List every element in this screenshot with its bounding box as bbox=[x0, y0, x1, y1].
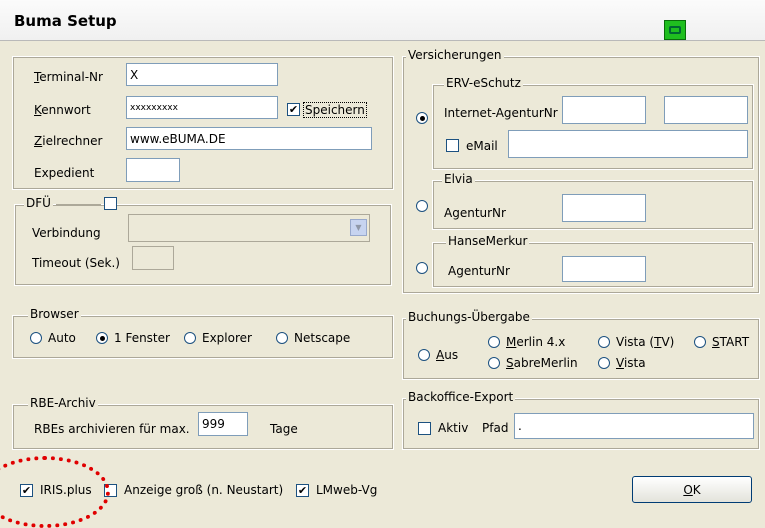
target-label: Zielrechner bbox=[34, 134, 103, 148]
rbe-days-input[interactable] bbox=[198, 412, 248, 436]
booking-vistatv-radio[interactable] bbox=[598, 336, 610, 348]
backoffice-path-input[interactable] bbox=[514, 413, 754, 439]
browser-legend: Browser bbox=[28, 307, 81, 321]
elvia-agent-input[interactable] bbox=[562, 194, 646, 222]
erv-agent-input-2[interactable] bbox=[664, 96, 748, 124]
terminal-label: Terminal-Nr bbox=[34, 70, 103, 84]
rbe-suffix-label: Tage bbox=[270, 422, 298, 436]
booking-merlin-label: Merlin 4.x bbox=[506, 335, 566, 349]
browser-explorer-radio[interactable] bbox=[184, 332, 196, 344]
browser-auto-radio[interactable] bbox=[30, 332, 42, 344]
browser-1fenster-radio[interactable] bbox=[96, 332, 108, 344]
dfu-legend: DFÜ bbox=[24, 196, 53, 210]
booking-vistatv-label: Vista (TV) bbox=[616, 335, 675, 349]
browser-explorer-label: Explorer bbox=[202, 331, 252, 345]
save-label: Speichern bbox=[303, 102, 367, 118]
erv-legend: ERV-eSchutz bbox=[444, 76, 523, 90]
elvia-agent-label: AgenturNr bbox=[444, 206, 506, 220]
password-label: Kennwort bbox=[34, 103, 91, 117]
rbe-legend: RBE-Archiv bbox=[28, 396, 98, 410]
target-input[interactable] bbox=[126, 127, 372, 150]
display-label: Anzeige groß (n. Neustart) bbox=[124, 483, 284, 497]
insurance-legend: Versicherungen bbox=[406, 48, 504, 62]
highlight-circle bbox=[0, 456, 110, 528]
terminal-input[interactable] bbox=[126, 63, 278, 86]
hanse-agent-label: AgenturNr bbox=[448, 264, 510, 278]
erv-agent-label: Internet-AgenturNr bbox=[444, 106, 558, 120]
backoffice-legend: Backoffice-Export bbox=[406, 390, 516, 404]
booking-merlin-radio[interactable] bbox=[488, 336, 500, 348]
browser-netscape-label: Netscape bbox=[294, 331, 351, 345]
hanse-agent-input[interactable] bbox=[562, 256, 646, 282]
window-title: Buma Setup bbox=[14, 12, 117, 30]
erv-agent-input-1[interactable] bbox=[562, 96, 646, 124]
backoffice-active-label: Aktiv bbox=[438, 421, 469, 435]
lmweb-checkbox[interactable]: ✔ bbox=[296, 484, 309, 497]
elvia-radio[interactable] bbox=[416, 200, 428, 212]
browser-auto-label: Auto bbox=[48, 331, 76, 345]
backoffice-active-checkbox[interactable] bbox=[418, 422, 431, 435]
dfu-checkbox[interactable] bbox=[104, 197, 117, 210]
booking-vista-label: Vista bbox=[616, 356, 646, 370]
chevron-down-icon[interactable]: ▼ bbox=[350, 219, 367, 236]
erv-email-input[interactable] bbox=[508, 130, 748, 158]
expedient-label: Expedient bbox=[34, 166, 95, 180]
elvia-legend: Elvia bbox=[442, 172, 475, 186]
browser-netscape-radio[interactable] bbox=[276, 332, 288, 344]
booking-legend: Buchungs-Übergabe bbox=[406, 310, 532, 324]
erv-email-checkbox[interactable] bbox=[446, 139, 459, 152]
lmweb-label: LMweb-Vg bbox=[316, 483, 378, 497]
booking-vista-radio[interactable] bbox=[598, 357, 610, 369]
timeout-label: Timeout (Sek.) bbox=[32, 256, 120, 270]
erv-email-label: eMail bbox=[466, 139, 498, 153]
timeout-input[interactable] bbox=[132, 246, 174, 270]
booking-aus-radio[interactable] bbox=[418, 349, 430, 361]
booking-sabre-label: SabreMerlin bbox=[506, 356, 578, 370]
booking-start-label: START bbox=[712, 335, 750, 349]
expedient-input[interactable] bbox=[126, 158, 180, 182]
rbe-prefix-label: RBEs archivieren für max. bbox=[34, 422, 190, 436]
save-checkbox[interactable]: ✔ bbox=[287, 103, 300, 116]
hanse-legend: HanseMerkur bbox=[446, 234, 530, 248]
booking-start-radio[interactable] bbox=[694, 336, 706, 348]
connection-label: Verbindung bbox=[32, 226, 101, 240]
browser-1fenster-label: 1 Fenster bbox=[114, 331, 170, 345]
ok-button[interactable]: OK bbox=[632, 476, 752, 503]
booking-sabre-radio[interactable] bbox=[488, 357, 500, 369]
hanse-radio[interactable] bbox=[416, 262, 428, 274]
backoffice-path-label: Pfad bbox=[482, 421, 509, 435]
connection-select[interactable] bbox=[128, 214, 370, 242]
dfu-legend-line bbox=[56, 204, 101, 205]
password-input[interactable] bbox=[126, 96, 278, 119]
erv-radio[interactable] bbox=[416, 112, 428, 124]
printer-icon[interactable] bbox=[664, 20, 686, 40]
booking-aus-label: Aus bbox=[436, 348, 459, 362]
